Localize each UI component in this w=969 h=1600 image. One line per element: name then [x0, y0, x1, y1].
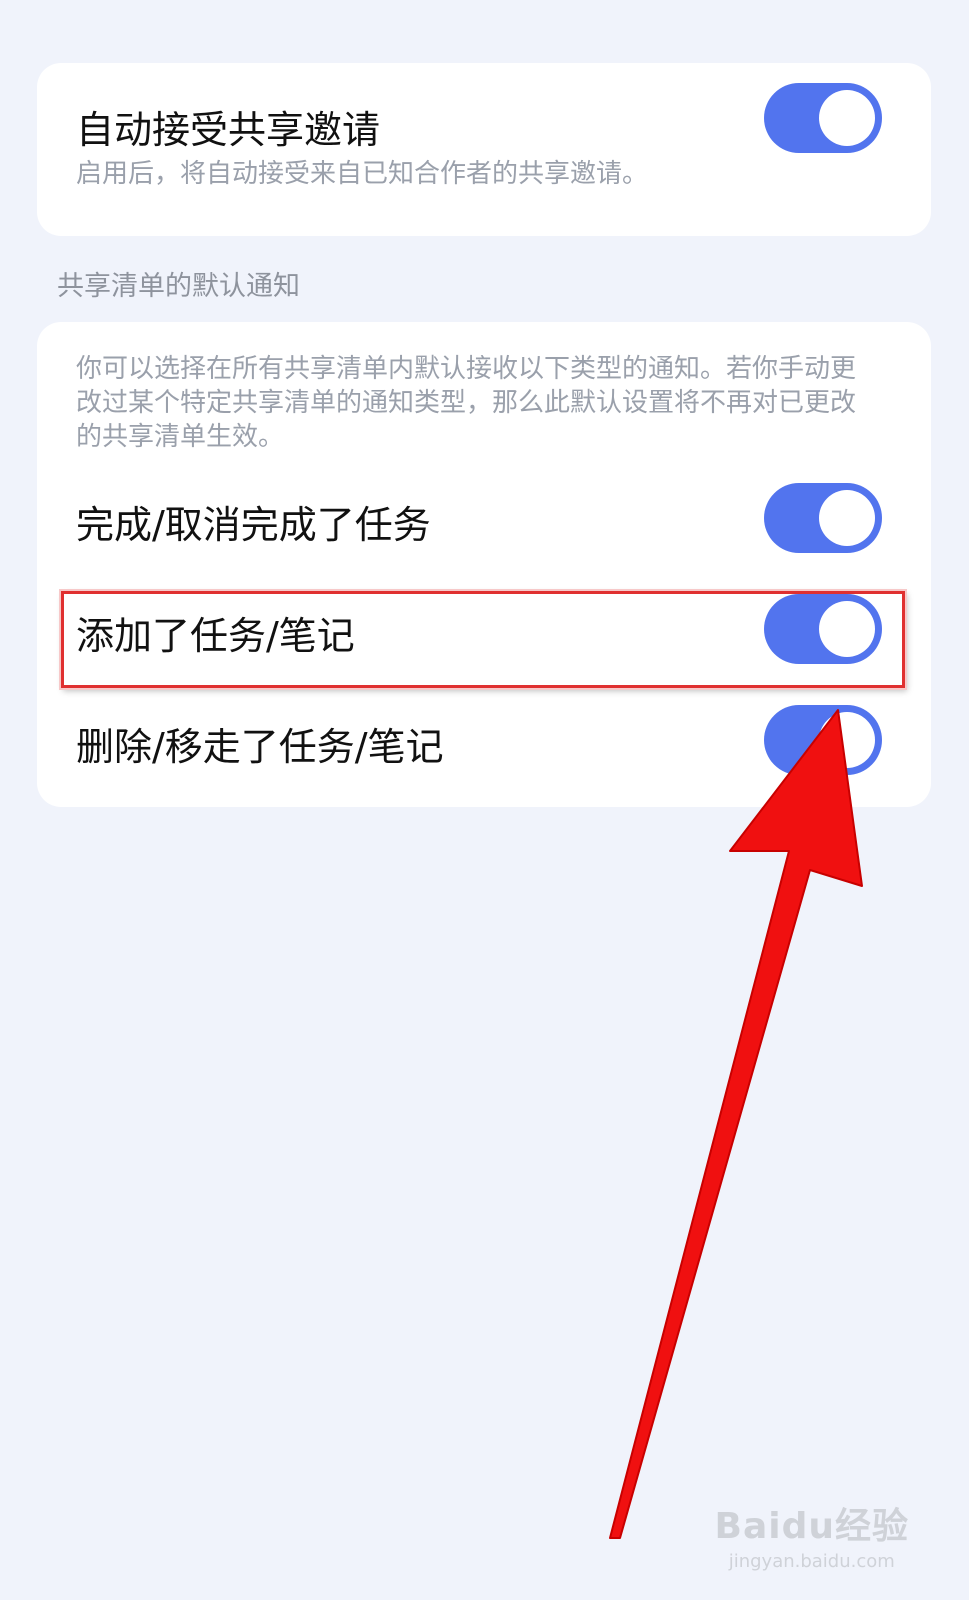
red-arrow-icon: [609, 709, 863, 1539]
watermark-url: jingyan.baidu.com: [728, 1551, 895, 1572]
watermark-logo: Baidu经验: [714, 1506, 909, 1547]
watermark: Baidu经验 jingyan.baidu.com: [715, 1497, 909, 1572]
